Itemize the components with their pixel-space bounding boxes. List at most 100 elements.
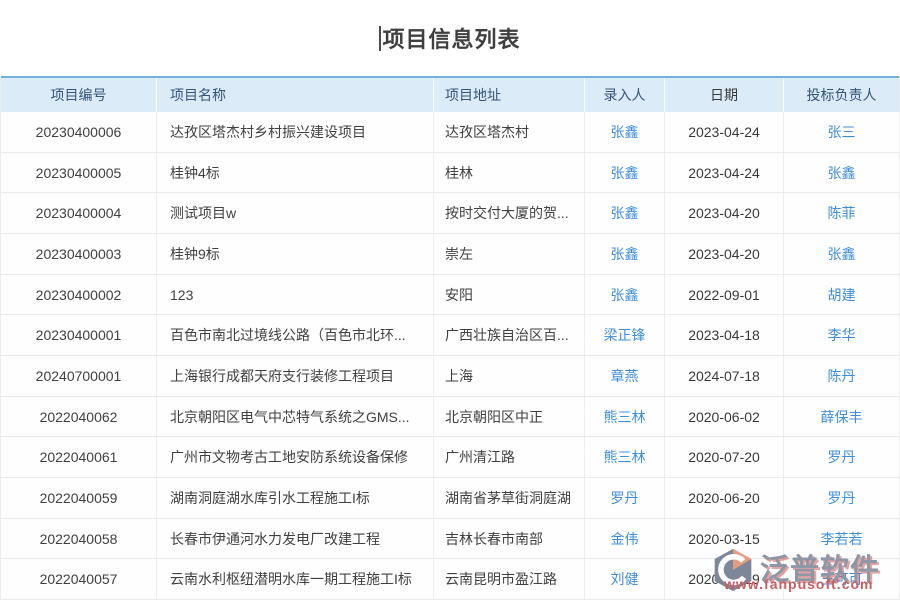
cell-bid-manager: 张三 <box>783 112 899 152</box>
cell-bid-manager: 罗丹 <box>783 437 899 477</box>
cell-entered-by: 张鑫 <box>584 153 664 193</box>
entered-by-link[interactable]: 张鑫 <box>611 163 639 183</box>
bid-manager-link[interactable]: 陈菲 <box>828 203 856 223</box>
cell-project-address: 上海 <box>433 356 584 396</box>
cell-date: 2020-07-20 <box>664 437 783 477</box>
table-row: 2022040062北京朝阳区电气中芯特气系统之GMS...北京朝阳区中正熊三林… <box>1 397 899 438</box>
cell-project-address: 北京朝阳区中正 <box>433 397 584 437</box>
bid-manager-link[interactable]: 李若若 <box>821 529 863 549</box>
cell-bid-manager: 胡建 <box>783 275 899 315</box>
table-row: 20230400005桂钟4标桂林张鑫2023-04-24张鑫 <box>1 153 899 194</box>
cell-bid-manager: 李若若 <box>783 519 899 559</box>
cell-project-address: 湖南省茅草街洞庭湖 <box>433 478 584 518</box>
cell-project-name: 123 <box>156 275 433 315</box>
entered-by-link[interactable]: 熊三林 <box>604 407 646 427</box>
cell-project-number: 20240700001 <box>1 356 156 396</box>
entered-by-link[interactable]: 张鑫 <box>611 203 639 223</box>
cell-project-name: 桂钟9标 <box>156 234 433 274</box>
column-header-entered-by: 录入人 <box>584 78 664 112</box>
cell-project-address: 广西壮族自治区百... <box>433 315 584 355</box>
bid-manager-link[interactable]: 罗丹 <box>828 488 856 508</box>
cell-project-name: 湖南洞庭湖水库引水工程施工I标 <box>156 478 433 518</box>
table-row: 2022040057云南水利枢纽潜明水库一期工程施工I标云南昆明市盈江路刘健20… <box>1 559 899 600</box>
cell-project-number: 2022040061 <box>1 437 156 477</box>
bid-manager-link[interactable]: 张三 <box>828 122 856 142</box>
cell-date: 2020-06-02 <box>664 397 783 437</box>
cell-date: 2020-03-15 <box>664 519 783 559</box>
table-row: 2022040061广州市文物考古工地安防系统设备保修广州清江路熊三林2020-… <box>1 437 899 478</box>
cell-project-number: 20230400004 <box>1 193 156 233</box>
cell-project-address: 吉林长春市南部 <box>433 519 584 559</box>
cell-project-number: 2022040058 <box>1 519 156 559</box>
cell-date: 2023-04-20 <box>664 193 783 233</box>
bid-manager-link[interactable]: 李华 <box>828 325 856 345</box>
cell-project-number: 20230400003 <box>1 234 156 274</box>
table-row: 20230400004测试项目w按时交付大厦的贺... 张鑫 2023-04-20 陈… <box>1 193 899 234</box>
bid-manager-link[interactable]: 王可可 <box>821 569 863 589</box>
column-header-date: 日期 <box>664 78 783 112</box>
cell-project-name: 上海银行成都天府支行装修工程项目 <box>156 356 433 396</box>
bid-manager-link[interactable]: 陈丹 <box>828 366 856 386</box>
cell-bid-manager: 张鑫 <box>783 153 899 193</box>
entered-by-link[interactable]: 张鑫 <box>611 285 639 305</box>
cell-project-number: 2022040062 <box>1 397 156 437</box>
cell-bid-manager: 李华 <box>783 315 899 355</box>
column-header-project-number: 项目编号 <box>1 78 156 112</box>
cell-entered-by: 熊三林 <box>584 397 664 437</box>
page-title: 项目信息列表 <box>382 22 520 54</box>
column-header-bid-manager: 投标负责人 <box>783 78 899 112</box>
cell-entered-by: 张鑫 <box>584 234 664 274</box>
cell-project-number: 20230400005 <box>1 153 156 193</box>
page-header: 项目信息列表 <box>0 0 900 76</box>
text-cursor <box>379 26 381 51</box>
cell-project-name: 测试项目w <box>156 193 433 233</box>
cell-entered-by: 金伟 <box>584 519 664 559</box>
bid-manager-link[interactable]: 张鑫 <box>828 244 856 264</box>
table-row: 20240700001上海银行成都天府支行装修工程项目上海 章燕 2024-07-1… <box>1 356 899 397</box>
bid-manager-link[interactable]: 薛保丰 <box>821 407 863 427</box>
cell-entered-by: 刘健 <box>584 559 664 599</box>
cell-entered-by: 熊三林 <box>584 437 664 477</box>
cell-date: 2023-04-24 <box>664 153 783 193</box>
bid-manager-link[interactable]: 胡建 <box>828 285 856 305</box>
cell-date: 2020-06-20 <box>664 478 783 518</box>
cell-project-address: 按时交付大厦的贺... <box>433 193 584 233</box>
cell-project-number: 20230400001 <box>1 315 156 355</box>
cell-date: 2024-07-18 <box>664 356 783 396</box>
entered-by-link[interactable]: 张鑫 <box>611 122 639 142</box>
table-row: 20230400006达孜区塔杰村乡村振兴建设项目达孜区塔杰村 张鑫 2023-04… <box>1 112 899 153</box>
entered-by-link[interactable]: 刘健 <box>611 569 639 589</box>
cell-bid-manager: 薛保丰 <box>783 397 899 437</box>
cell-project-number: 20230400006 <box>1 112 156 152</box>
cell-entered-by: 张鑫 <box>584 112 664 152</box>
cell-project-address: 崇左 <box>433 234 584 274</box>
table-row: 20230400003桂钟9标崇左张鑫2023-04-20张鑫 <box>1 234 899 275</box>
entered-by-link[interactable]: 梁正锋 <box>604 325 646 345</box>
entered-by-link[interactable]: 熊三林 <box>604 447 646 467</box>
cell-project-name: 北京朝阳区电气中芯特气系统之GMS... <box>156 397 433 437</box>
entered-by-link[interactable]: 罗丹 <box>611 488 639 508</box>
cell-project-name: 长春市伊通河水力发电厂改建工程 <box>156 519 433 559</box>
cell-project-address: 达孜区塔杰村 <box>433 112 584 152</box>
column-header-project-name: 项目名称 <box>156 78 433 112</box>
table-header-row: 项目编号 项目名称 项目地址 录入人 日期 投标负责人 <box>1 76 899 112</box>
cell-date: 2023-04-24 <box>664 112 783 152</box>
bid-manager-link[interactable]: 罗丹 <box>828 447 856 467</box>
table-row: 2022040058长春市伊通河水力发电厂改建工程吉林长春市南部 金伟 2020-0… <box>1 519 899 560</box>
cell-project-name: 达孜区塔杰村乡村振兴建设项目 <box>156 112 433 152</box>
table-body: 20230400006达孜区塔杰村乡村振兴建设项目达孜区塔杰村张鑫2023-04… <box>1 112 899 600</box>
cell-project-address: 桂林 <box>433 153 584 193</box>
cell-date: 2020-05-19 <box>664 559 783 599</box>
cell-entered-by: 张鑫 <box>584 275 664 315</box>
table-row: 20230400001百色市南北过境线公路（百色市北环...广西壮族自治区百..… <box>1 315 899 356</box>
cell-project-number: 2022040057 <box>1 559 156 599</box>
bid-manager-link[interactable]: 张鑫 <box>828 163 856 183</box>
cell-bid-manager: 张鑫 <box>783 234 899 274</box>
cell-project-name: 云南水利枢纽潜明水库一期工程施工I标 <box>156 559 433 599</box>
entered-by-link[interactable]: 章燕 <box>611 366 639 386</box>
cell-entered-by: 罗丹 <box>584 478 664 518</box>
entered-by-link[interactable]: 金伟 <box>611 529 639 549</box>
cell-bid-manager: 罗丹 <box>783 478 899 518</box>
table-row: 2022040059湖南洞庭湖水库引水工程施工I标湖南省茅草街洞庭湖罗丹2020… <box>1 478 899 519</box>
entered-by-link[interactable]: 张鑫 <box>611 244 639 264</box>
